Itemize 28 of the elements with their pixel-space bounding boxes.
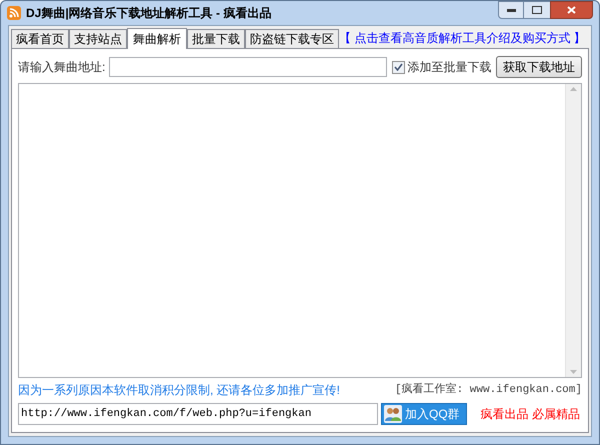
tab[interactable]: 疯看首页 [11,29,69,48]
scrollbar[interactable] [565,84,581,377]
studio-text: [疯看工作室: www.ifengkan.com] [394,382,582,398]
url-field[interactable] [109,57,388,77]
maximize-icon [532,6,542,14]
scroll-up-icon [570,87,577,91]
tab[interactable]: 舞曲解析 [127,28,187,49]
tab[interactable]: 批量下载 [187,29,245,48]
close-icon [567,6,576,14]
url-label: 请输入舞曲地址: [18,59,106,76]
checkbox[interactable] [392,60,406,74]
tab[interactable]: 防盗链下载专区 [245,29,339,48]
minimize-button[interactable] [498,1,524,19]
minimize-icon [506,8,516,12]
window-title: DJ舞曲|网络音乐下载地址解析工具 - 疯看出品 [26,5,272,22]
maximize-button[interactable] [524,1,550,19]
people-icon [384,405,402,423]
notice-text: 因为一系列原因本软件取消积分限制, 还请各位多加推广宣传! [18,382,340,399]
scroll-down-icon [570,370,577,374]
link-field[interactable]: http://www.ifengkan.com/f/web.php?u=ifengkan [18,403,378,425]
rss-icon [7,6,21,20]
slogan-text: 疯看出品 必属精品 [480,406,580,423]
check-icon [394,63,404,71]
fetch-button[interactable]: 获取下载地址 [496,56,582,78]
tab[interactable]: 支持站点 [69,29,127,48]
checkbox-label: 添加至批量下载 [407,59,492,76]
close-button[interactable] [550,1,593,19]
promo-link[interactable]: 【 点击查看高音质解析工具介绍及购买方式 】 [339,29,586,47]
